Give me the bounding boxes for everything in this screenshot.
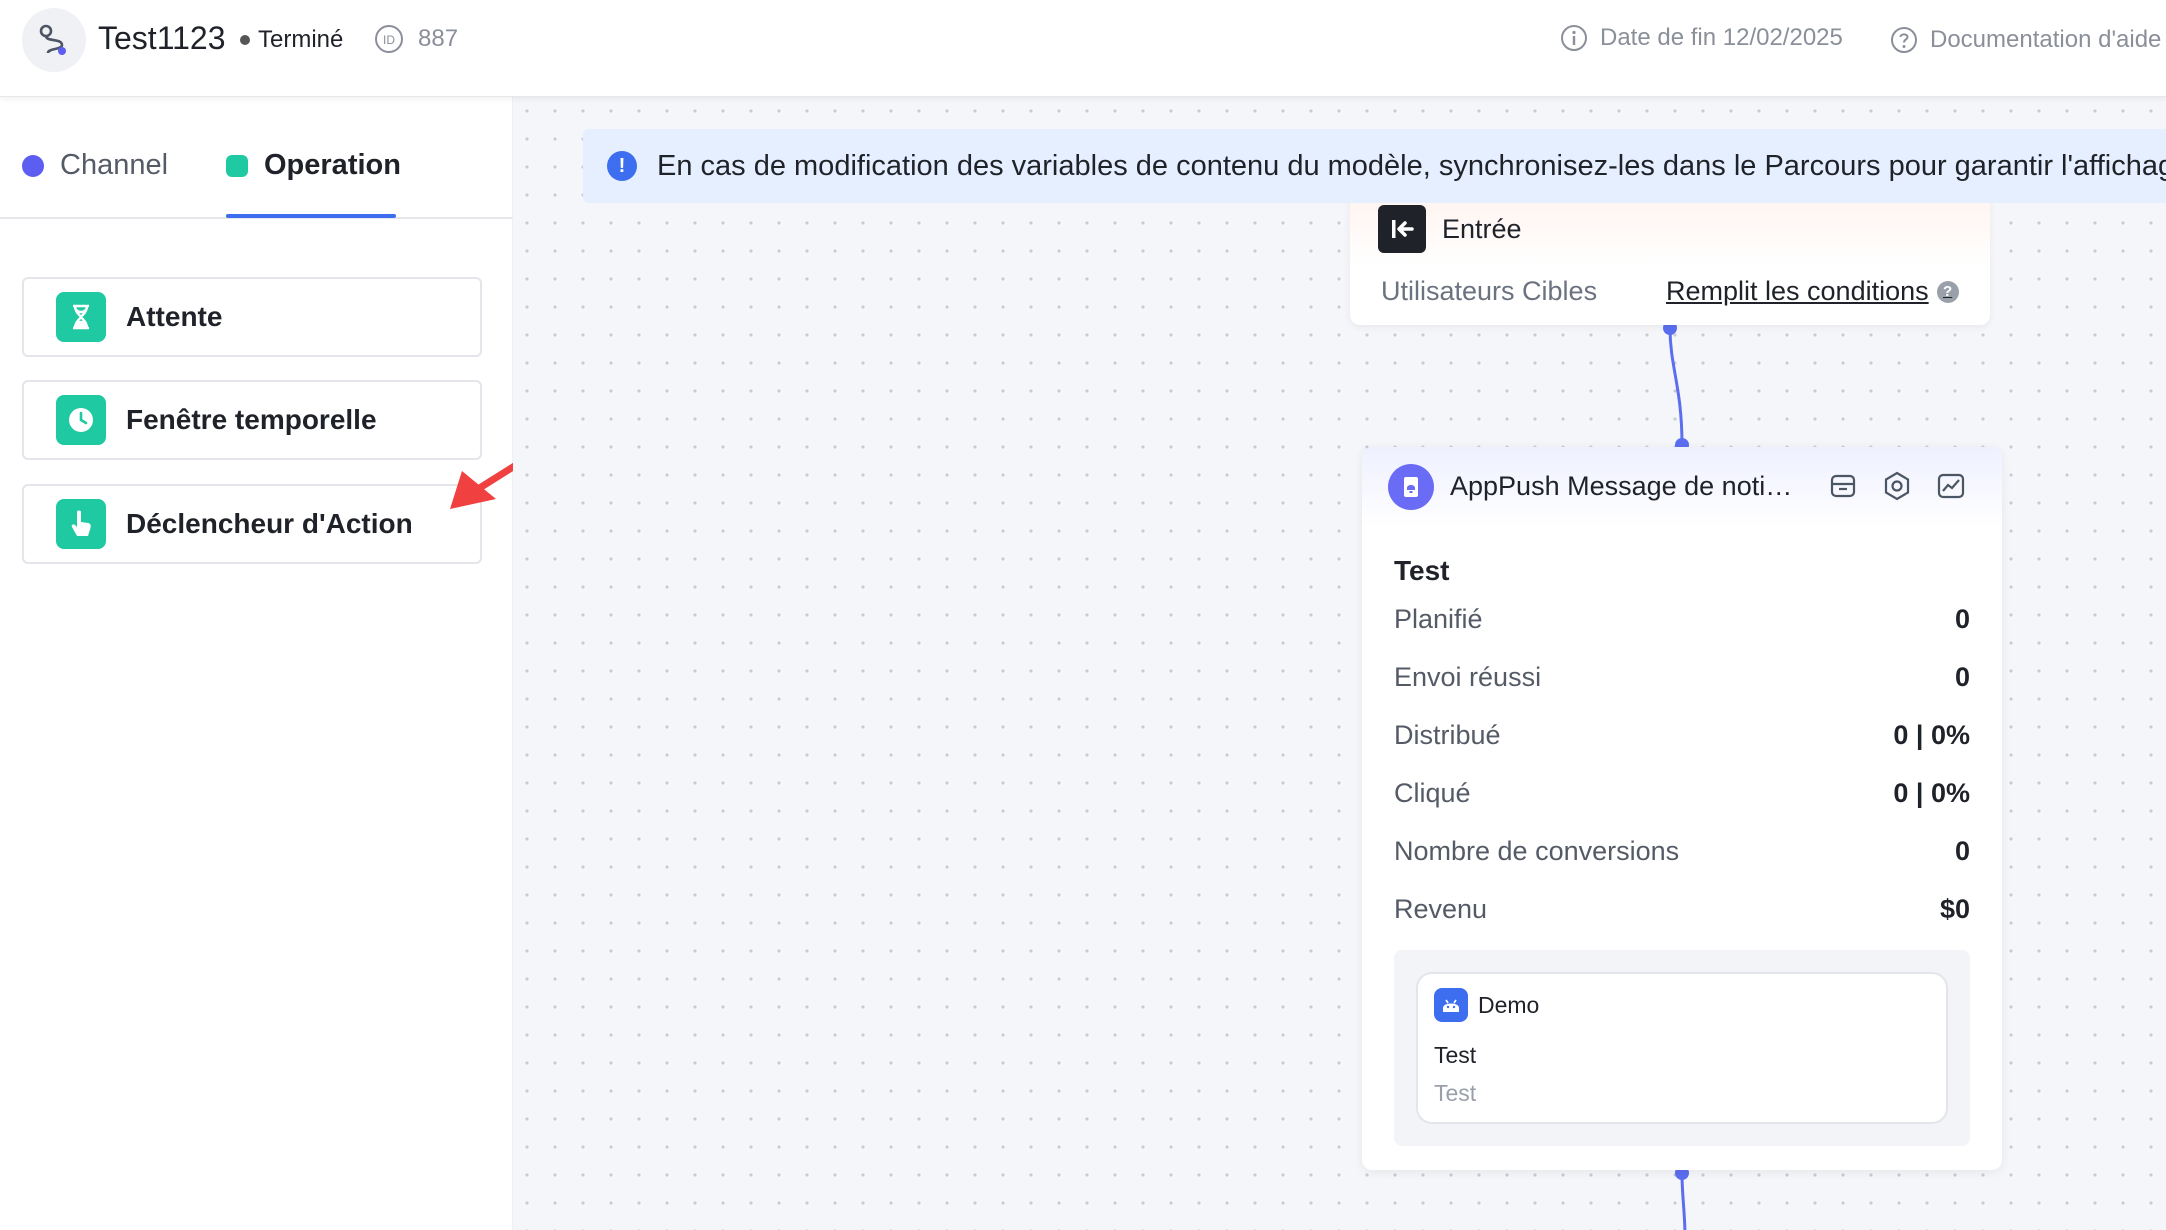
- clock-icon: [56, 395, 106, 445]
- entry-target-label: Utilisateurs Cibles: [1381, 276, 1598, 306]
- help-doc-link[interactable]: Documentation d'aide: [1890, 26, 2161, 54]
- stat-label: Nombre de conversions: [1394, 836, 1680, 866]
- operation-item-wait[interactable]: Attente: [22, 277, 482, 357]
- apppush-node-name: Test: [1394, 555, 1450, 586]
- operation-item-label: Fenêtre temporelle: [126, 404, 377, 435]
- tab-channel-label: Channel: [60, 149, 169, 181]
- stat-row-clicked: Cliqué 0 | 0%: [1394, 778, 1970, 814]
- entry-node-header: Entrée: [1378, 205, 1522, 253]
- help-icon[interactable]: ?: [1936, 280, 1959, 303]
- preview-app-name: Demo: [1478, 991, 1540, 1018]
- bell-notification-icon: [1388, 464, 1434, 510]
- android-icon: [1434, 988, 1468, 1022]
- channel-dot-icon: [22, 154, 44, 177]
- entry-title: Entrée: [1442, 213, 1522, 244]
- notification-preview-card: Demo Test Test: [1416, 972, 1948, 1124]
- id-value: 887: [418, 25, 459, 52]
- stat-value: 0: [1954, 662, 1970, 692]
- sync-info-banner: ! En cas de modification des variables d…: [583, 129, 2166, 203]
- operation-item-label: Attente: [126, 301, 223, 332]
- id-icon: ID: [375, 25, 403, 53]
- stat-row-sent: Envoi réussi 0: [1394, 662, 1970, 698]
- end-date: Date de fin 12/02/2025: [1560, 24, 1843, 52]
- stat-label: Cliqué: [1394, 778, 1471, 808]
- stat-row-delivered: Distribué 0 | 0%: [1394, 720, 1970, 756]
- stat-value: 0 | 0%: [1893, 778, 1970, 808]
- hand-pointer-icon: [56, 499, 106, 549]
- preview-title: Test: [1434, 1042, 1477, 1068]
- stat-label: Distribué: [1394, 720, 1501, 750]
- notification-preview: Demo Test Test: [1394, 950, 1970, 1146]
- stat-value: 0 | 0%: [1893, 720, 1970, 750]
- stat-value: 0: [1954, 604, 1970, 634]
- entry-arrow-icon: [1378, 205, 1426, 253]
- stat-label: Revenu: [1394, 894, 1488, 924]
- archive-icon[interactable]: [1826, 469, 1860, 503]
- stat-row-revenue: Revenu $0: [1394, 894, 1970, 930]
- hourglass-icon: [56, 292, 106, 342]
- active-tab-underline: [226, 214, 396, 218]
- journey-logo-icon: [22, 8, 86, 72]
- svg-text:ID: ID: [383, 33, 395, 47]
- journey-canvas[interactable]: ! En cas de modification des variables d…: [513, 97, 2166, 1230]
- id-badge: ID 887: [374, 24, 458, 54]
- operation-dot-icon: [226, 154, 248, 177]
- operation-item-label: Déclencheur d'Action: [126, 508, 413, 539]
- exclamation-icon: !: [607, 151, 637, 181]
- preview-app-row: Demo: [1434, 988, 1539, 1022]
- tab-operation[interactable]: Operation: [226, 149, 401, 182]
- info-icon: [1561, 25, 1587, 51]
- operation-item-time-window[interactable]: Fenêtre temporelle: [22, 380, 482, 460]
- banner-text: En cas de modification des variables de …: [657, 149, 2166, 182]
- stat-row-conversions: Nombre de conversions 0: [1394, 836, 1970, 872]
- settings-icon[interactable]: [1880, 469, 1914, 503]
- entry-condition-link[interactable]: Remplit les conditions ?: [1666, 276, 1959, 307]
- question-icon: [1891, 27, 1917, 53]
- stat-row-scheduled: Planifié 0: [1394, 604, 1970, 640]
- stat-label: Envoi réussi: [1394, 662, 1542, 692]
- stat-label: Planifié: [1394, 604, 1483, 634]
- tab-operation-label: Operation: [264, 149, 401, 181]
- top-header: Test1123 Terminé ID 887 Date de fin 12/0…: [0, 0, 2166, 97]
- end-date-label: Date de fin 12/02/2025: [1600, 24, 1843, 51]
- preview-body: Test: [1434, 1080, 1477, 1106]
- status-label: Terminé: [258, 26, 344, 53]
- sidebar-tabs: Channel Operation: [0, 97, 513, 219]
- status-badge: Terminé: [240, 26, 343, 54]
- journey-title: Test1123: [98, 20, 226, 56]
- chart-icon[interactable]: [1934, 469, 1968, 503]
- apppush-node-title: AppPush Message de noti…: [1450, 471, 1793, 501]
- entry-condition-label: Remplit les conditions: [1666, 276, 1929, 306]
- operation-item-action-trigger[interactable]: Déclencheur d'Action: [22, 484, 482, 564]
- apppush-node[interactable]: AppPush Message de noti… Test Planifié 0…: [1362, 447, 2002, 1170]
- help-doc-label: Documentation d'aide: [1930, 26, 2162, 53]
- stat-value: 0: [1954, 836, 1970, 866]
- tab-channel[interactable]: Channel: [22, 149, 168, 182]
- component-sidebar: Channel Operation Attente Fenêtre tempor…: [0, 97, 513, 1230]
- status-dot: [240, 35, 250, 45]
- stat-value: $0: [1939, 894, 1970, 924]
